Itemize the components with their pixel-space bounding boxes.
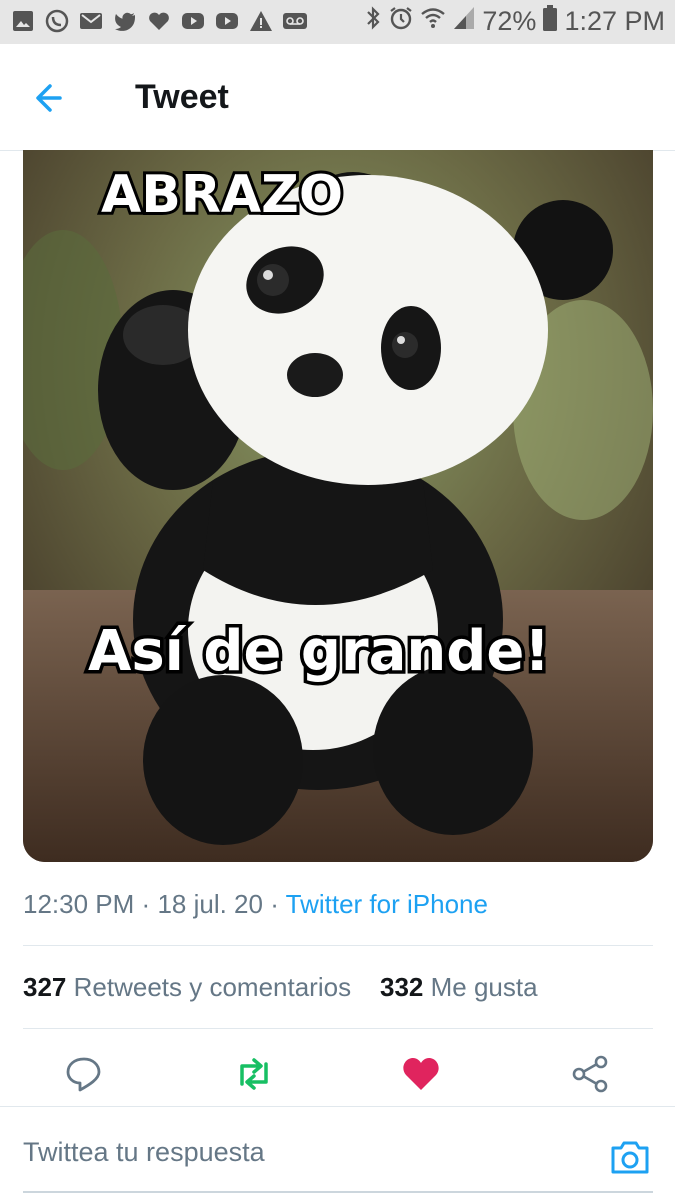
share-icon xyxy=(572,1055,608,1093)
likes-count: 332 xyxy=(379,972,424,1002)
tweet-source-link[interactable]: Twitter for iPhone xyxy=(286,889,488,919)
arrow-left-icon xyxy=(36,84,62,112)
camera-icon xyxy=(611,1141,649,1174)
meta-separator: · xyxy=(270,889,279,919)
reply-button[interactable] xyxy=(64,1054,104,1094)
voicemail-icon xyxy=(282,8,308,34)
page-title: Tweet xyxy=(135,78,229,116)
likes-stat[interactable]: 332 Me gusta xyxy=(380,972,538,1002)
retweets-count: 327 xyxy=(23,972,67,1002)
bluetooth-icon xyxy=(364,5,382,38)
reply-composer: Twittea tu respuesta xyxy=(0,1106,675,1201)
like-button[interactable] xyxy=(401,1054,441,1094)
divider xyxy=(23,1028,653,1029)
reply-input[interactable]: Twittea tu respuesta xyxy=(23,1137,265,1168)
notification-icons xyxy=(10,8,308,34)
warning-icon xyxy=(248,8,274,34)
reply-underline xyxy=(23,1191,653,1193)
meta-separator: · xyxy=(141,889,151,919)
signal-icon xyxy=(452,5,476,38)
caption-bottom: Así de grande! xyxy=(88,619,550,684)
alarm-icon xyxy=(388,5,414,38)
youtube-icon xyxy=(180,8,206,34)
twitter-icon xyxy=(112,8,138,34)
heart-filled-icon xyxy=(403,1058,439,1090)
battery-percent: 72% xyxy=(482,6,537,36)
top-app-bar: Tweet xyxy=(0,44,675,151)
status-bar: 72% 1:27 PM xyxy=(0,0,675,44)
youtube-icon xyxy=(214,8,240,34)
likes-label: Me gusta xyxy=(430,972,538,1002)
tweet-image[interactable]: ABRAZO Así de grande! xyxy=(23,150,653,862)
system-status: 72% 1:27 PM xyxy=(364,4,665,39)
tweet-time: 12:30 PM xyxy=(23,889,135,919)
heart-icon xyxy=(146,8,172,34)
gallery-icon xyxy=(10,8,36,34)
camera-button[interactable] xyxy=(608,1135,652,1179)
divider xyxy=(23,945,653,946)
tweet-actions xyxy=(0,1040,675,1110)
retweet-button[interactable] xyxy=(232,1054,272,1094)
retweets-label: Retweets y comentarios xyxy=(73,972,352,1002)
reply-icon xyxy=(66,1057,101,1092)
retweets-stat[interactable]: 327 Retweets y comentarios xyxy=(23,972,351,1002)
caption-top: ABRAZO xyxy=(101,165,343,225)
tweet-metadata: 12:30 PM · 18 jul. 20 · Twitter for iPho… xyxy=(23,889,488,920)
battery-icon xyxy=(542,4,558,39)
retweet-icon xyxy=(240,1058,268,1090)
tweet-stats: 327 Retweets y comentarios 332 Me gusta xyxy=(23,972,538,1003)
panda-photo: ABRAZO Así de grande! xyxy=(23,150,653,862)
wifi-icon xyxy=(420,5,446,38)
share-button[interactable] xyxy=(570,1054,610,1094)
gmail-icon xyxy=(78,8,104,34)
whatsapp-icon xyxy=(44,8,70,34)
back-button[interactable] xyxy=(30,78,76,118)
tweet-date: 18 jul. 20 xyxy=(157,889,263,919)
clock: 1:27 PM xyxy=(564,6,665,36)
